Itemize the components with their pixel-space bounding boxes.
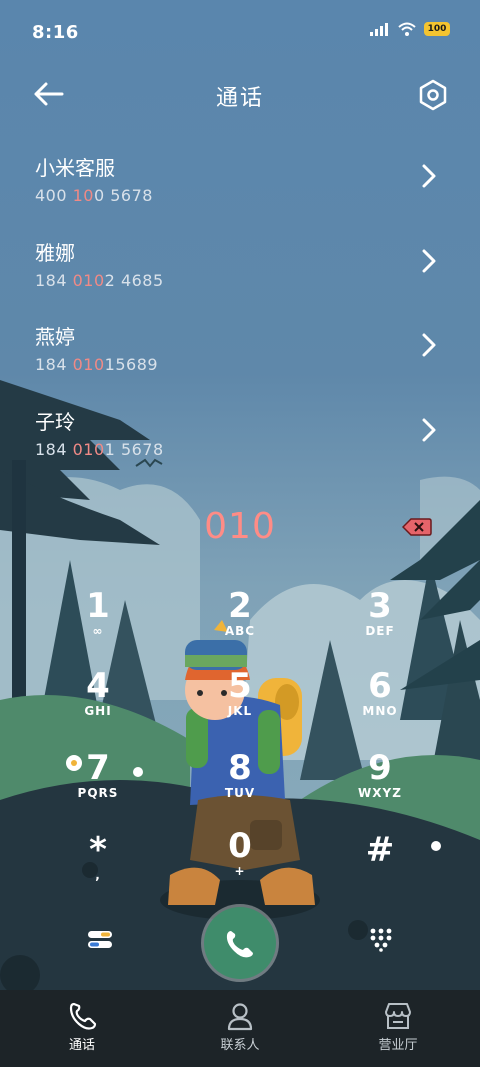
key-star[interactable]: *, bbox=[38, 832, 158, 902]
status-icons: 100 bbox=[370, 22, 450, 36]
sim-select-icon[interactable] bbox=[86, 928, 114, 952]
key-hash[interactable]: # bbox=[320, 832, 440, 902]
contact-item[interactable]: 小米客服 400 100 5678 bbox=[0, 152, 480, 232]
chevron-right-icon[interactable] bbox=[418, 331, 440, 359]
store-icon bbox=[385, 1003, 411, 1029]
battery-level: 100 bbox=[427, 24, 447, 34]
tab-label: 营业厅 bbox=[378, 1038, 418, 1053]
tab-contacts[interactable]: 联系人 bbox=[180, 990, 300, 1067]
key-9[interactable]: 9 WXYZ bbox=[320, 750, 440, 820]
key-3[interactable]: 3 DEF bbox=[320, 588, 440, 658]
key-6[interactable]: 6 MNO bbox=[320, 668, 440, 738]
tab-calls[interactable]: 通话 bbox=[22, 990, 142, 1067]
chevron-right-icon[interactable] bbox=[418, 416, 440, 444]
bottom-tab-bar: 通话 联系人 营业厅 bbox=[0, 990, 480, 1067]
contact-name: 燕婷 bbox=[35, 325, 75, 349]
contact-name: 子玲 bbox=[35, 410, 75, 434]
phone-icon bbox=[69, 1002, 97, 1030]
signal-icon bbox=[370, 23, 388, 36]
page-title: 通话 bbox=[215, 86, 264, 111]
key-8[interactable]: 8 TUV bbox=[180, 750, 300, 820]
key-4[interactable]: 4 GHI bbox=[38, 668, 158, 738]
contact-number: 400 100 5678 bbox=[35, 186, 153, 205]
backspace-icon[interactable] bbox=[402, 517, 432, 537]
chevron-right-icon[interactable] bbox=[418, 247, 440, 275]
status-time: 8:16 bbox=[32, 22, 79, 43]
call-button[interactable] bbox=[204, 907, 276, 979]
contact-number: 184 0102 4685 bbox=[35, 271, 164, 290]
person-icon bbox=[227, 1003, 253, 1031]
tab-label: 联系人 bbox=[220, 1038, 260, 1053]
contact-item[interactable]: 子玲 184 0101 5678 bbox=[0, 406, 480, 486]
contact-name: 小米客服 bbox=[35, 156, 115, 180]
wifi-icon bbox=[398, 22, 416, 36]
phone-icon bbox=[226, 931, 253, 958]
settings-hexagon-icon[interactable] bbox=[416, 78, 450, 112]
contact-item[interactable]: 雅娜 184 0102 4685 bbox=[0, 237, 480, 317]
tab-label: 通话 bbox=[68, 1038, 95, 1053]
tab-store[interactable]: 营业厅 bbox=[338, 990, 458, 1067]
chevron-right-icon[interactable] bbox=[418, 162, 440, 190]
voicemail-icon: ∞ bbox=[92, 624, 104, 638]
key-0[interactable]: 0 + bbox=[180, 828, 300, 898]
key-1[interactable]: 1 ∞ bbox=[38, 588, 158, 658]
key-2[interactable]: 2 ABC bbox=[180, 588, 300, 658]
key-5[interactable]: 5 JKL bbox=[180, 668, 300, 738]
contact-name: 雅娜 bbox=[35, 241, 75, 265]
battery-icon: 100 bbox=[424, 22, 450, 36]
key-7[interactable]: 7 PQRS bbox=[38, 750, 158, 820]
contact-number: 184 0101 5678 bbox=[35, 440, 164, 459]
keypad-toggle-icon[interactable] bbox=[368, 926, 394, 952]
contact-item[interactable]: 燕婷 184 01015689 bbox=[0, 321, 480, 401]
contact-number: 184 01015689 bbox=[35, 355, 159, 374]
